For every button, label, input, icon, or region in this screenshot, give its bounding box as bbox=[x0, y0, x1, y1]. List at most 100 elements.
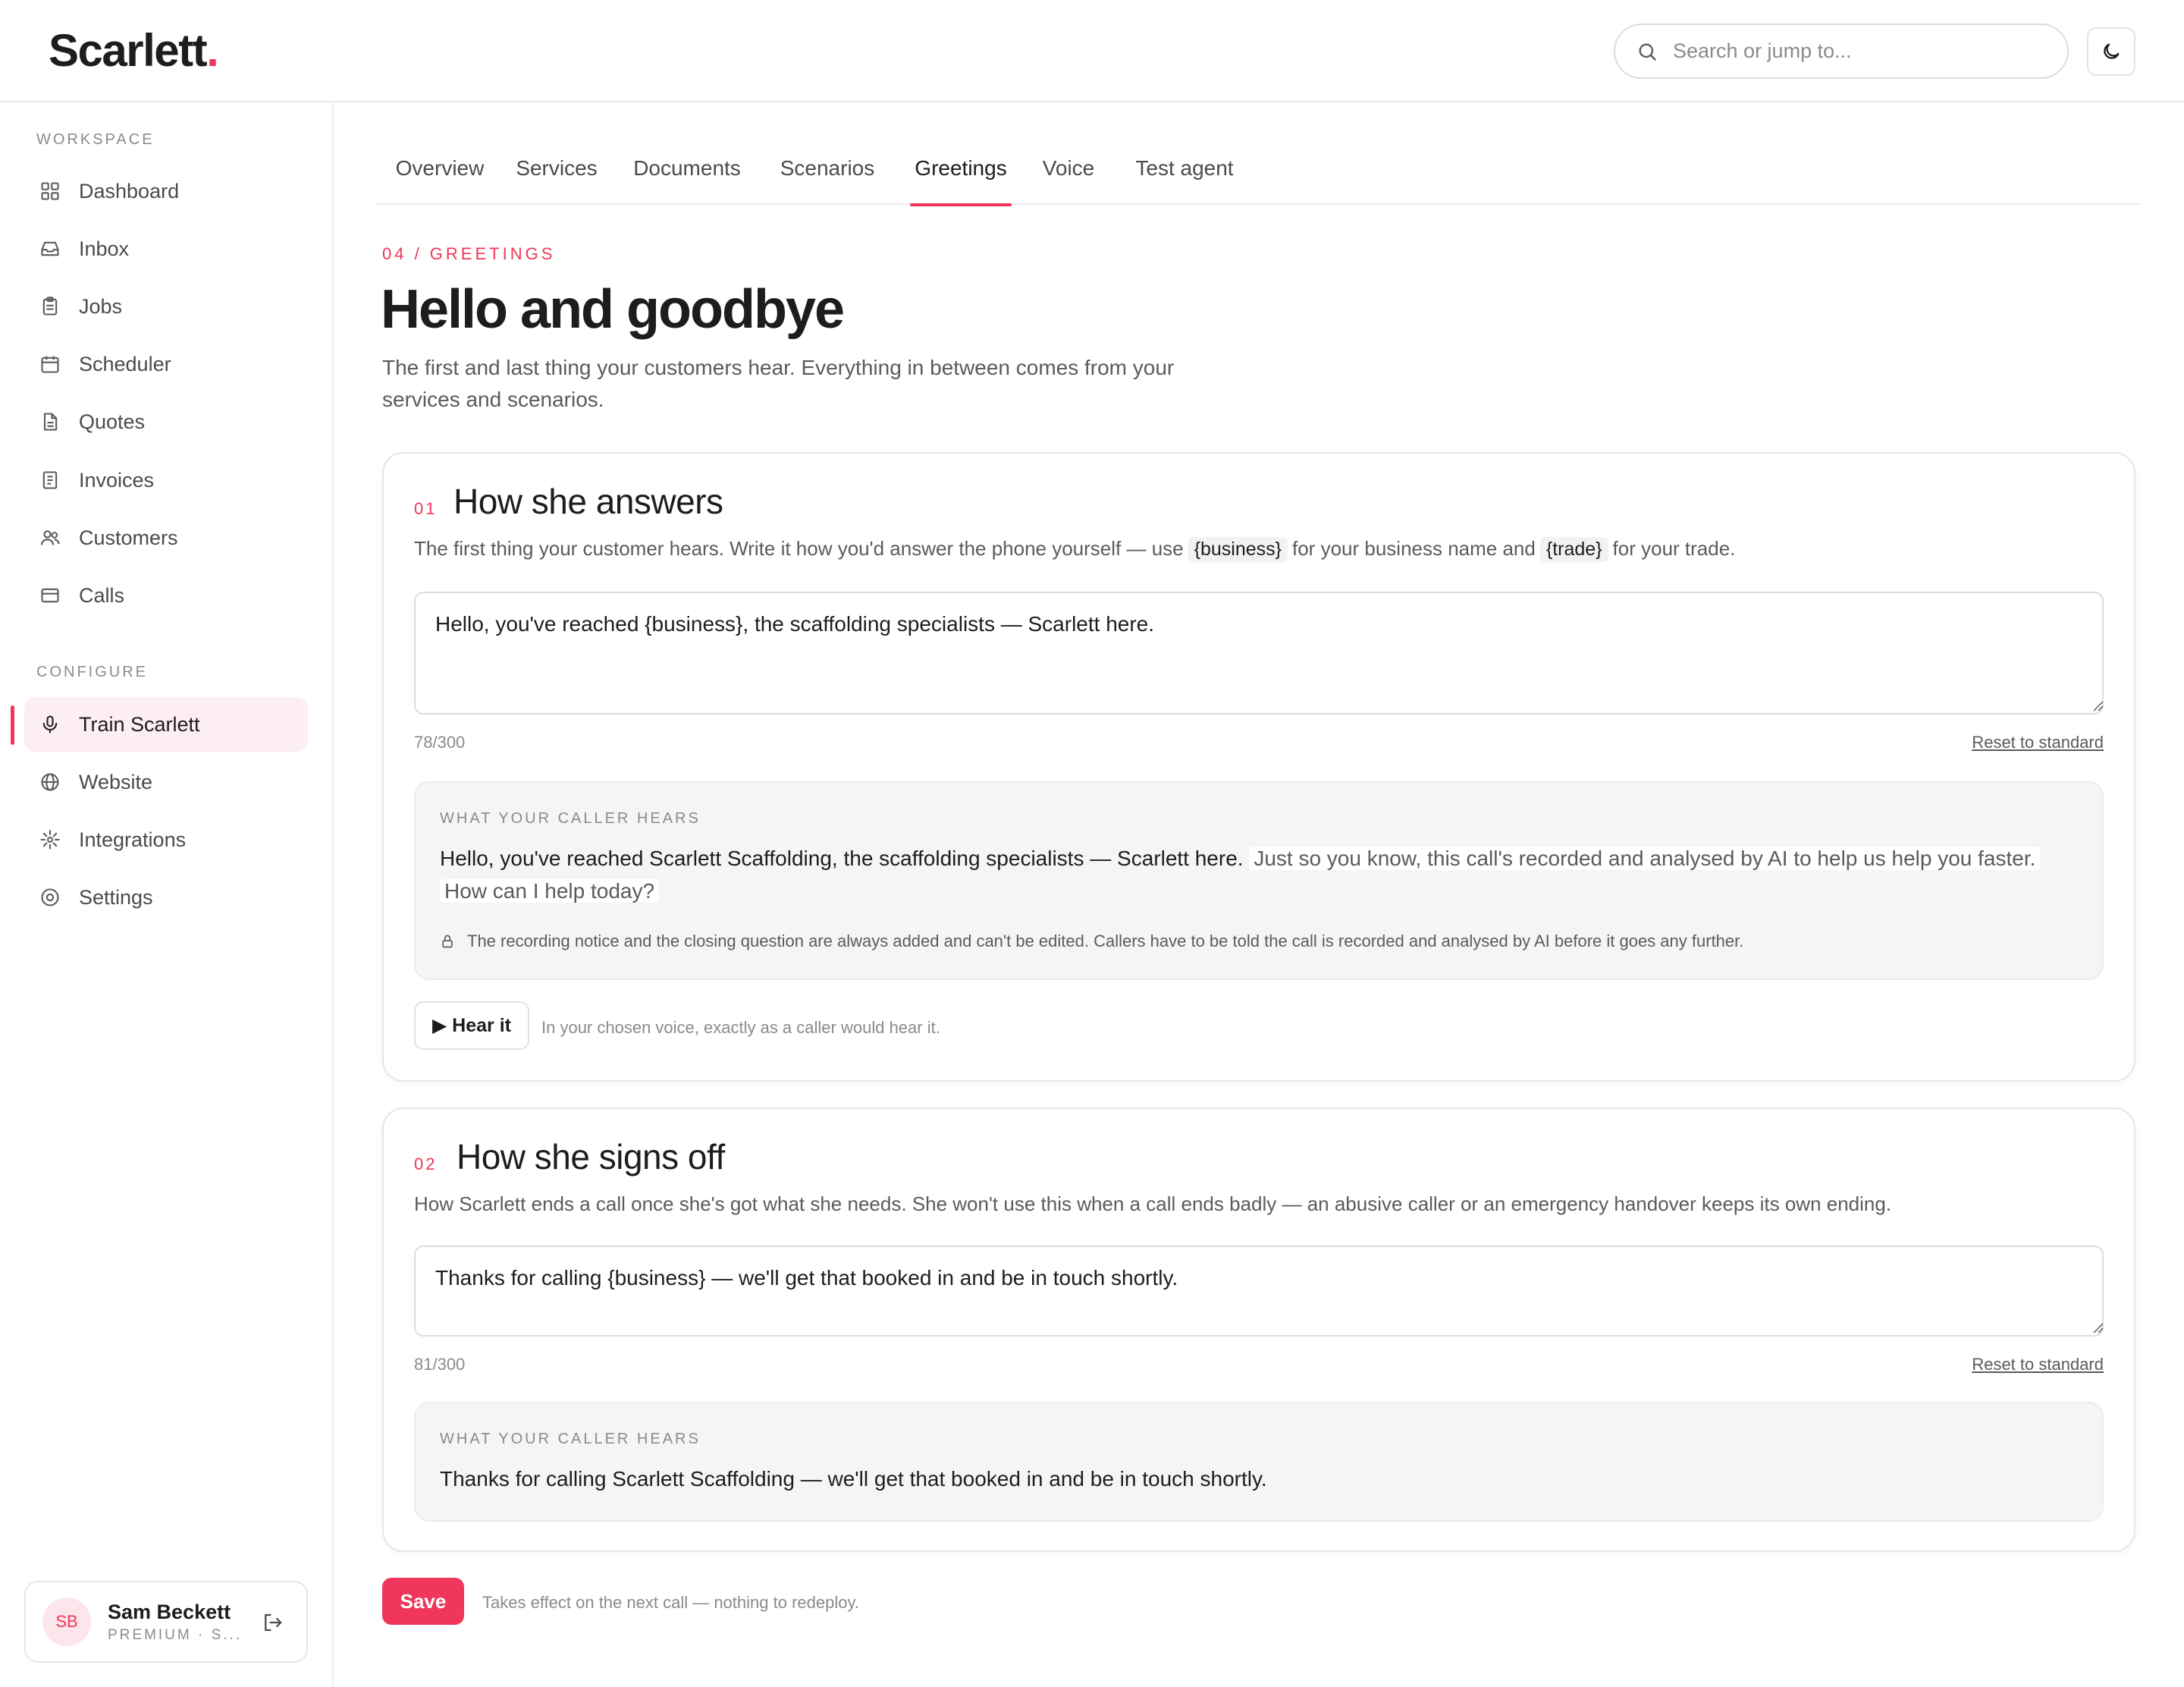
sidebar-item-label: Website bbox=[79, 770, 153, 793]
tab-services[interactable]: Services bbox=[505, 146, 608, 205]
sidebar-item-label: Quotes bbox=[79, 410, 146, 433]
grid-icon bbox=[41, 182, 59, 200]
active-indicator bbox=[11, 705, 14, 745]
sidebar: WORKSPACE Dashboard Inbox Jobs Scheduler… bbox=[0, 102, 334, 1687]
sidebar-item-label: Calls bbox=[79, 583, 125, 607]
tab-scenarios[interactable]: Scenarios bbox=[766, 146, 889, 205]
page-subtitle: The first and last thing your customers … bbox=[382, 356, 1175, 411]
sidebar-item-website[interactable]: Website bbox=[24, 755, 308, 809]
greeting-char-counter: 78/300 bbox=[414, 733, 466, 752]
sidebar-item-label: Train Scarlett bbox=[79, 712, 200, 736]
answer-card: 01 How she answers The first thing your … bbox=[382, 452, 2135, 1082]
business-chip: {business} bbox=[1188, 537, 1288, 562]
phone-card-icon bbox=[41, 588, 59, 603]
sidebar-item-label: Inbox bbox=[79, 237, 130, 260]
workspace-section-label: WORKSPACE bbox=[36, 131, 155, 148]
save-button[interactable]: Save bbox=[382, 1578, 464, 1625]
app-logo[interactable]: Scarlett. bbox=[49, 24, 219, 77]
tab-greetings[interactable]: Greetings bbox=[910, 146, 1012, 206]
answer-card-number: 01 bbox=[414, 499, 438, 518]
search-input[interactable] bbox=[1673, 39, 2037, 63]
signoff-card-number: 02 bbox=[414, 1155, 438, 1173]
tab-overview[interactable]: Overview bbox=[387, 146, 493, 205]
desc-text: for your trade. bbox=[1612, 537, 1736, 560]
preview-label: WHAT YOUR CALLER HEARS bbox=[440, 1431, 701, 1447]
section-eyebrow: 04 / GREETINGS bbox=[382, 244, 556, 263]
avatar: SB bbox=[42, 1597, 91, 1646]
sidebar-item-label: Invoices bbox=[79, 468, 155, 492]
desc-text: for your business name and bbox=[1292, 537, 1536, 560]
sidebar-item-inbox[interactable]: Inbox bbox=[24, 221, 308, 276]
preview-label: WHAT YOUR CALLER HEARS bbox=[440, 810, 701, 827]
search-box[interactable] bbox=[1614, 24, 2069, 79]
greeting-preview: WHAT YOUR CALLER HEARS Hello, you've rea… bbox=[414, 781, 2104, 980]
signoff-char-counter: 81/300 bbox=[414, 1355, 466, 1374]
sidebar-item-label: Scheduler bbox=[79, 352, 171, 375]
logout-icon[interactable] bbox=[261, 1611, 284, 1634]
lock-icon bbox=[442, 935, 453, 948]
answer-card-description: The first thing your customer hears. Wri… bbox=[414, 537, 1735, 562]
sidebar-item-label: Customers bbox=[79, 526, 178, 549]
receipt-icon bbox=[42, 471, 58, 489]
calendar-icon bbox=[41, 356, 59, 373]
logo-dot: . bbox=[206, 25, 219, 76]
resize-handle-icon[interactable] bbox=[2091, 1321, 2104, 1334]
logo-text: Scarlett bbox=[49, 25, 208, 76]
user-card[interactable]: SB Sam Beckett PREMIUM · S... bbox=[24, 1581, 308, 1663]
sidebar-item-customers[interactable]: Customers bbox=[24, 510, 308, 565]
sidebar-item-quotes[interactable]: Quotes bbox=[24, 394, 308, 449]
tab-voice[interactable]: Voice bbox=[1028, 146, 1109, 205]
hear-it-hint: In your chosen voice, exactly as a calle… bbox=[541, 1018, 940, 1037]
sidebar-item-settings[interactable]: Settings bbox=[24, 870, 308, 925]
greeting-reset-link[interactable]: Reset to standard bbox=[1972, 733, 2104, 752]
preview-main: Hello, you've reached Scarlett Scaffoldi… bbox=[440, 847, 1244, 870]
sidebar-item-label: Jobs bbox=[79, 294, 123, 318]
trade-chip: {trade} bbox=[1539, 537, 1608, 562]
sidebar-item-calls[interactable]: Calls bbox=[24, 568, 308, 623]
tab-documents[interactable]: Documents bbox=[620, 146, 754, 205]
sidebar-item-train-scarlett[interactable]: Train Scarlett bbox=[24, 697, 308, 752]
signoff-card: 02 How she signs off How Scarlett ends a… bbox=[382, 1107, 2135, 1552]
sidebar-item-label: Integrations bbox=[79, 828, 187, 851]
sidebar-item-invoices[interactable]: Invoices bbox=[24, 453, 308, 507]
lock-note: The recording notice and the closing que… bbox=[440, 931, 1743, 951]
hear-it-button[interactable]: ▶ Hear it bbox=[414, 1001, 529, 1050]
file-icon bbox=[43, 413, 58, 431]
greeting-textarea[interactable] bbox=[414, 592, 2104, 715]
tab-test-agent[interactable]: Test agent bbox=[1128, 146, 1241, 205]
preview-recording-notice: Just so you know, this call's recorded a… bbox=[1249, 847, 2041, 870]
sidebar-item-dashboard[interactable]: Dashboard bbox=[24, 164, 308, 218]
desc-text: The first thing your customer hears. Wri… bbox=[414, 537, 1184, 560]
preview-text: Thanks for calling Scarlett Scaffolding … bbox=[440, 1467, 1267, 1491]
configure-section-label: CONFIGURE bbox=[36, 664, 148, 680]
mic-icon bbox=[42, 715, 58, 734]
signoff-textarea[interactable] bbox=[414, 1246, 2104, 1337]
signoff-preview: WHAT YOUR CALLER HEARS Thanks for callin… bbox=[414, 1402, 2104, 1522]
sidebar-item-scheduler[interactable]: Scheduler bbox=[24, 337, 308, 391]
resize-handle-icon[interactable] bbox=[2091, 699, 2104, 712]
user-meta: Sam Beckett PREMIUM · S... bbox=[108, 1601, 244, 1644]
theme-toggle-button[interactable] bbox=[2087, 27, 2135, 76]
moon-icon bbox=[2104, 43, 2120, 59]
lock-note-text: The recording notice and the closing que… bbox=[467, 931, 1744, 950]
preview-closing-question: How can I help today? bbox=[440, 879, 660, 903]
page-title: Hello and goodbye bbox=[381, 279, 845, 340]
clipboard-icon bbox=[42, 297, 58, 316]
sidebar-item-label: Settings bbox=[79, 885, 153, 909]
user-name: Sam Beckett bbox=[108, 1600, 231, 1623]
signoff-reset-link[interactable]: Reset to standard bbox=[1972, 1355, 2104, 1374]
answer-card-title: How she answers bbox=[453, 482, 723, 521]
search-icon bbox=[1639, 42, 1656, 61]
tab-bar: Overview Services Documents Scenarios Gr… bbox=[376, 146, 2142, 206]
save-hint: Takes effect on the next call — nothing … bbox=[482, 1593, 859, 1612]
settings-icon bbox=[41, 888, 59, 906]
signoff-card-title: How she signs off bbox=[457, 1137, 725, 1177]
preview-text: Hello, you've reached Scarlett Scaffoldi… bbox=[440, 842, 2078, 907]
top-bar: Scarlett. bbox=[0, 0, 2184, 102]
users-icon bbox=[40, 530, 60, 545]
sidebar-item-integrations[interactable]: Integrations bbox=[24, 812, 308, 867]
sidebar-item-label: Dashboard bbox=[79, 179, 180, 203]
signoff-card-description: How Scarlett ends a call once she's got … bbox=[414, 1192, 1892, 1215]
sidebar-item-jobs[interactable]: Jobs bbox=[24, 279, 308, 334]
user-plan: PREMIUM · S... bbox=[108, 1626, 243, 1643]
